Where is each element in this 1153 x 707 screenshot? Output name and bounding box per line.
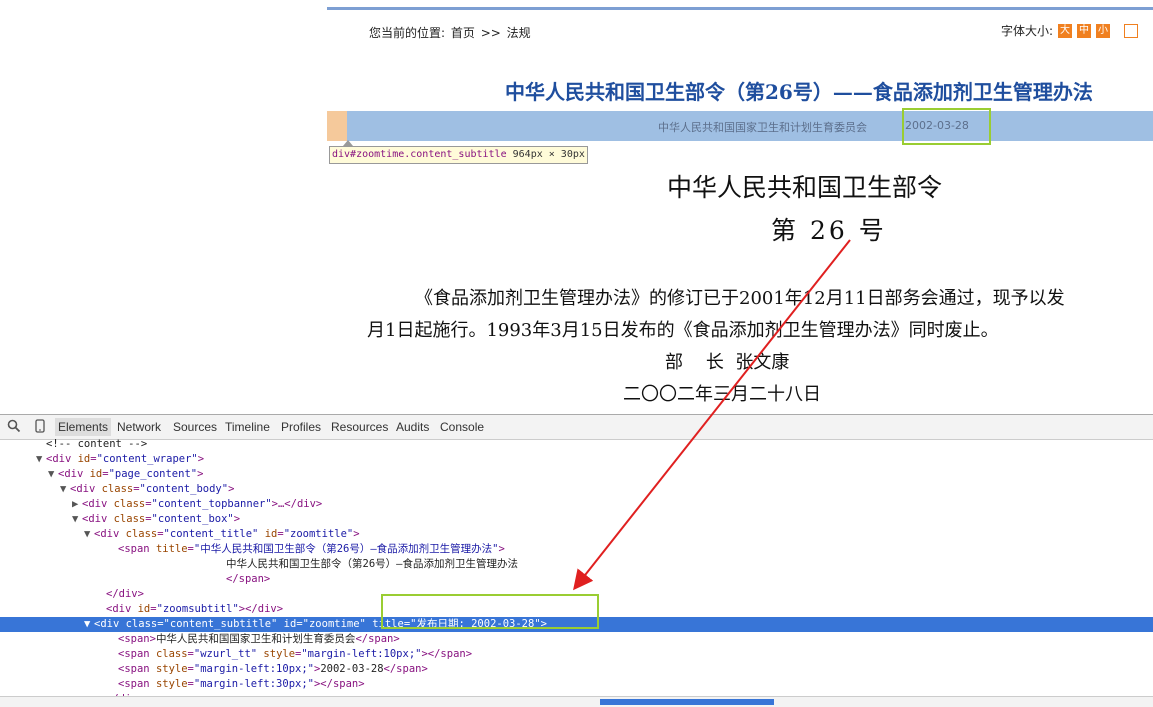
annotation-arrow bbox=[573, 239, 851, 591]
